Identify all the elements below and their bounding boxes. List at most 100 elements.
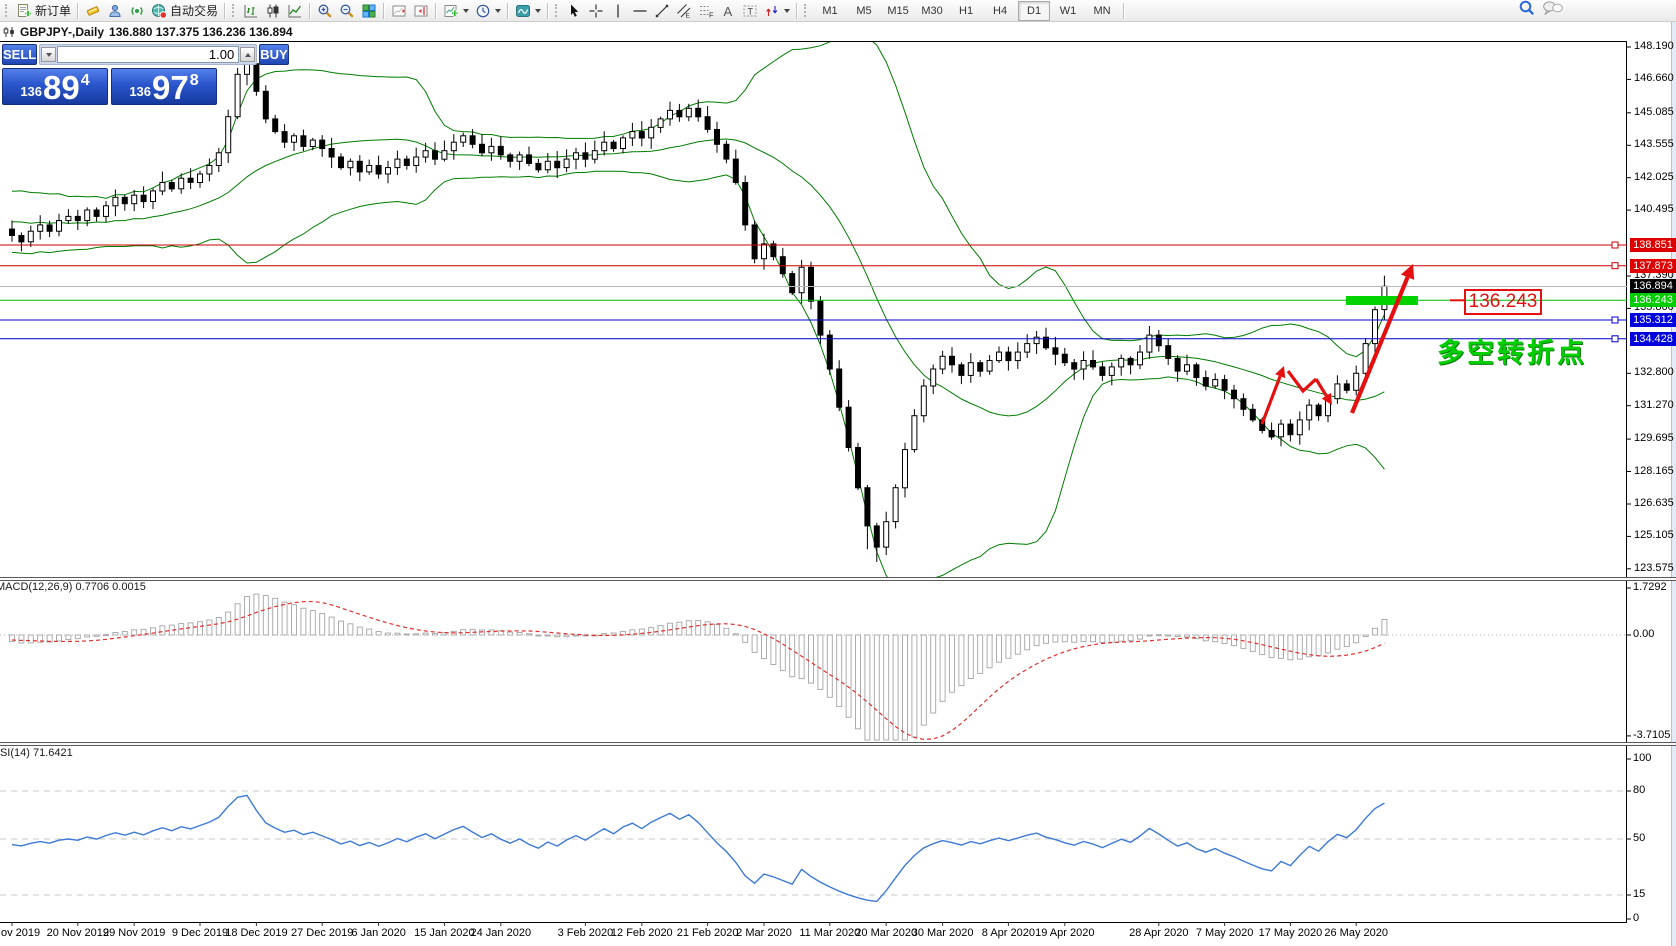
separator (383, 2, 386, 19)
volume-input[interactable] (57, 46, 240, 63)
chat-icon[interactable] (1542, 0, 1564, 22)
timeframe-button-m30[interactable]: M30 (916, 1, 948, 21)
bid-price-box[interactable]: 136 89 4 (2, 68, 108, 105)
bid-pip-digit: 4 (80, 72, 90, 89)
separator (507, 2, 510, 19)
bid-big-digits: 89 (43, 69, 80, 106)
svg-text:A: A (724, 4, 733, 19)
bollinger-lower (11, 170, 1385, 577)
periods-caret-icon (495, 8, 502, 13)
text-label-tool-button[interactable]: T (739, 1, 761, 21)
indicators-button[interactable] (440, 1, 472, 21)
candlestick-type-button[interactable] (262, 1, 284, 21)
cursor-icon (571, 4, 579, 17)
new-order-label: 新订单 (35, 4, 72, 18)
channel-tool-button[interactable]: E (673, 1, 695, 21)
autotrading-icon (152, 3, 168, 19)
signals-button[interactable] (126, 1, 148, 21)
text-label-icon: T (743, 5, 757, 16)
arrows-caret-icon (784, 8, 791, 13)
bar-chart-type-button[interactable] (240, 1, 262, 21)
vertical-line-tool-button[interactable] (607, 1, 629, 21)
rsi-line (11, 794, 1385, 903)
symbol-period-label: GBPJPY-,Daily (20, 25, 105, 39)
timeframe-button-w1[interactable]: W1 (1052, 1, 1084, 21)
toolbar-grip[interactable] (5, 4, 10, 17)
ohlc-values: 136.880 137.375 136.236 136.894 (109, 25, 293, 39)
pane-divider[interactable] (0, 742, 1676, 746)
chevron-up-icon (244, 52, 251, 57)
chart-title: GBPJPY-,Daily 136.880 137.375 136.236 13… (3, 25, 293, 39)
mt4-window: 新订单 自动交易 E F A T M1 M5 M15 M30 H1 H4 D1 … (0, 0, 1676, 946)
auto-scroll-button[interactable] (388, 1, 410, 21)
ask-prefix: 136 (129, 84, 152, 99)
crosshair-tool-button[interactable] (585, 1, 607, 21)
horizontal-line-icon (633, 9, 647, 12)
volume-increase-button[interactable] (240, 47, 256, 62)
highlight-bar (1346, 296, 1418, 305)
chart-canvas[interactable] (0, 0, 1676, 946)
template-caret-icon (535, 8, 542, 13)
separator (796, 2, 799, 19)
metaeditor-button[interactable] (82, 1, 104, 21)
arrows-tool-button[interactable] (761, 1, 793, 21)
indicators-icon (444, 4, 459, 17)
pane-divider[interactable] (0, 577, 1676, 581)
timeframe-button-m1[interactable]: M1 (814, 1, 846, 21)
periods-button[interactable] (472, 1, 504, 21)
volume-stepper (39, 44, 258, 65)
toolbar-grip[interactable] (232, 4, 237, 17)
search-icon[interactable] (1518, 0, 1536, 22)
template-button[interactable] (512, 1, 544, 21)
rsi-label: RSI(14) 71.6421 (0, 747, 73, 759)
separator (77, 2, 80, 19)
text-a-icon: A (724, 4, 733, 19)
separator (547, 2, 550, 19)
sell-button[interactable]: SELL (2, 44, 38, 65)
bar-chart-icon (244, 4, 258, 17)
fibonacci-icon: F (700, 5, 714, 19)
toolbar-grip[interactable] (555, 4, 560, 17)
ask-price-box[interactable]: 136 97 8 (111, 68, 217, 105)
macd-histogram (9, 593, 1388, 741)
chart-shift-button[interactable] (410, 1, 432, 21)
community-icon (109, 4, 121, 17)
timeframe-button-m15[interactable]: M15 (882, 1, 914, 21)
indicators-caret-icon (463, 8, 470, 13)
separator (1123, 2, 1126, 19)
ask-big-digits: 97 (152, 69, 189, 106)
timeframe-button-d1[interactable]: D1 (1018, 0, 1051, 21)
zoom-out-icon (340, 4, 354, 18)
timeframe-button-h4[interactable]: H4 (984, 1, 1016, 21)
new-order-button[interactable]: 新订单 (13, 1, 74, 21)
toolbar-grip[interactable] (804, 4, 809, 17)
timeframe-button-h1[interactable]: H1 (950, 1, 982, 21)
community-button[interactable] (104, 1, 126, 21)
shapes-arrows-icon (766, 5, 778, 16)
svg-text:E: E (686, 12, 691, 19)
buy-button[interactable]: BUY (259, 44, 289, 65)
zoom-in-icon (318, 4, 332, 18)
line-chart-icon (288, 4, 302, 17)
zoom-out-button[interactable] (336, 1, 358, 21)
chart-shift-icon (414, 5, 428, 16)
one-click-trading-panel: SELL BUY 136894 136978 (2, 44, 289, 105)
line-chart-type-button[interactable] (284, 1, 306, 21)
bid-prefix: 136 (20, 84, 43, 99)
autotrading-button[interactable]: 自动交易 (148, 1, 221, 21)
zoom-in-button[interactable] (314, 1, 336, 21)
trendline-tool-button[interactable] (651, 1, 673, 21)
tile-windows-button[interactable] (358, 1, 380, 21)
main-toolbar: 新订单 自动交易 E F A T M1 M5 M15 M30 H1 H4 D1 … (0, 0, 1676, 22)
candlestick-icon (267, 4, 279, 17)
text-tool-button[interactable]: A (717, 1, 739, 21)
svg-text:T: T (748, 6, 754, 16)
signals-icon (131, 6, 143, 15)
fibonacci-tool-button[interactable]: F (695, 1, 717, 21)
ask-pip-digit: 8 (189, 72, 199, 89)
cursor-tool-button[interactable] (563, 1, 585, 21)
timeframe-button-mn[interactable]: MN (1086, 1, 1118, 21)
timeframe-button-m5[interactable]: M5 (848, 1, 880, 21)
volume-decrease-button[interactable] (41, 47, 57, 62)
horizontal-line-tool-button[interactable] (629, 1, 651, 21)
